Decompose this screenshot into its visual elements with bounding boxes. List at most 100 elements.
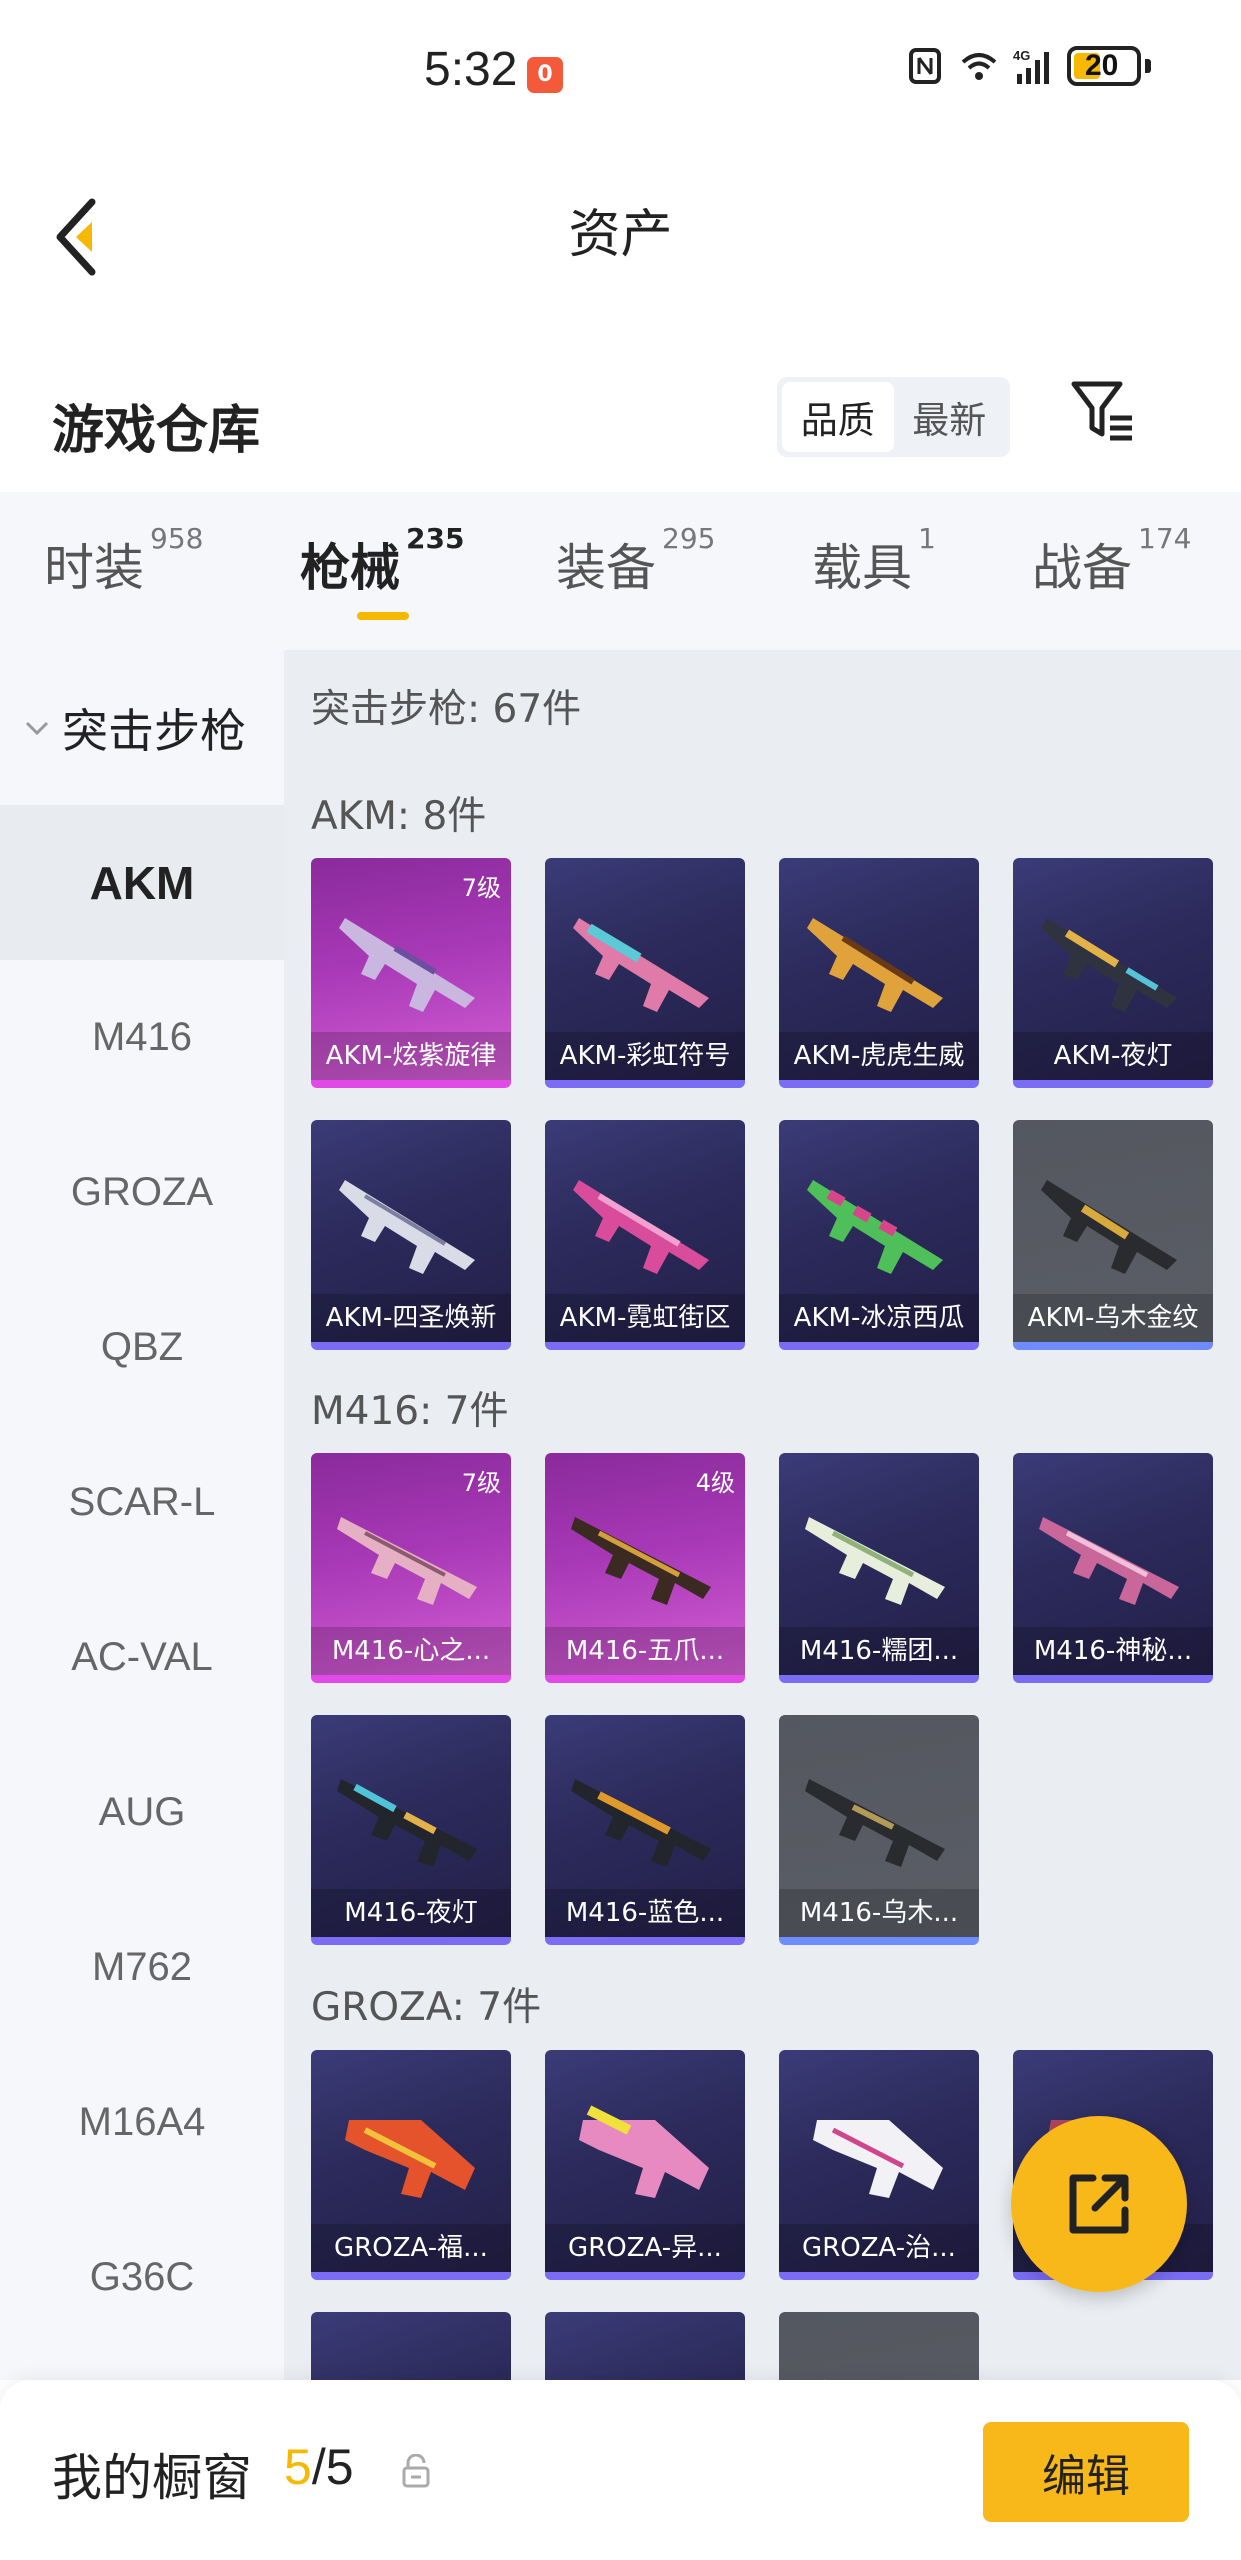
rifle-icon	[1041, 1180, 1177, 1274]
tab-fashion[interactable]: 时装958	[44, 522, 203, 600]
weapon-name: AKM-冰凉西瓜	[779, 1294, 979, 1342]
edit-button[interactable]: 编辑	[983, 2422, 1189, 2522]
tab-gear[interactable]: 战备174	[1032, 522, 1191, 600]
signal-icon: 4G	[1013, 48, 1049, 84]
weapon-name: AKM-炫紫旋律	[311, 1032, 511, 1080]
battery-icon: 20	[1067, 46, 1141, 86]
rifle-icon	[807, 918, 943, 1012]
rifle-icon	[325, 2342, 497, 2380]
rifle-icon	[559, 2342, 731, 2380]
weapon-card[interactable]: AKM-乌木金纹	[1013, 1120, 1213, 1350]
status-bar: 5:32 0 4G 20	[0, 0, 1241, 150]
group-title-akm: AKM: 8件	[311, 794, 487, 839]
status-icons: 4G 20	[905, 46, 1151, 86]
showcase-bar: 我的橱窗 5/5 编辑	[0, 2380, 1241, 2560]
weapon-name: M416-乌木...	[779, 1889, 979, 1937]
weapon-card[interactable]: M416-乌木...	[779, 1715, 979, 1945]
showcase-current: 5	[284, 2439, 312, 2495]
category-count-title: 突击步枪: 67件	[311, 687, 582, 732]
sidebar-item-aug[interactable]: AUG	[0, 1735, 284, 1890]
tab-weapons[interactable]: 枪械235	[300, 522, 464, 600]
group-title-groza: GROZA: 7件	[311, 1985, 542, 2030]
svg-text:4G: 4G	[1013, 48, 1030, 63]
wifi-icon	[961, 53, 997, 80]
warehouse-header: 游戏仓库 品质 最新	[0, 340, 1241, 490]
share-export-icon	[1069, 2174, 1129, 2234]
tab-vehicles[interactable]: 载具1	[812, 522, 936, 600]
rifle-icon	[1041, 918, 1177, 1012]
rifle-icon	[571, 1779, 711, 1867]
sidebar-item-groza[interactable]: GROZA	[0, 1115, 284, 1270]
chevron-down-icon	[25, 721, 49, 736]
rifle-icon	[571, 1517, 711, 1605]
weapon-card[interactable]: GROZA-异...	[545, 2050, 745, 2280]
rifle-icon	[337, 1517, 477, 1605]
sidebar-category[interactable]: 突击步枪	[0, 688, 284, 768]
weapon-card[interactable]: AKM-虎虎生威	[779, 858, 979, 1088]
rifle-icon	[573, 918, 709, 1012]
sidebar-item-g36c[interactable]: G36C	[0, 2200, 284, 2355]
weapon-name: AKM-乌木金纹	[1013, 1294, 1213, 1342]
record-badge: 0	[527, 57, 563, 93]
weapon-name: M416-心之...	[311, 1627, 511, 1675]
sidebar-item-m762[interactable]: M762	[0, 1890, 284, 2045]
rifle-icon	[579, 2105, 709, 2198]
filter-icon[interactable]	[1070, 378, 1136, 444]
weapon-name: M416-五爪...	[545, 1627, 745, 1675]
weapon-card[interactable]: M416-糯团...	[779, 1453, 979, 1683]
share-button[interactable]	[1011, 2116, 1187, 2292]
weapon-card[interactable]: GROZA-治...	[779, 2050, 979, 2280]
weapon-card[interactable]: M416-夜灯	[311, 1715, 511, 1945]
rifle-icon	[1039, 1517, 1179, 1605]
lock-icon	[402, 2454, 430, 2488]
weapon-name: AKM-霓虹街区	[545, 1294, 745, 1342]
active-tab-indicator	[357, 612, 409, 620]
rifle-icon	[337, 1779, 477, 1867]
weapon-name: AKM-四圣焕新	[311, 1294, 511, 1342]
weapon-card[interactable]: 7级 AKM-炫紫旋律	[311, 858, 511, 1088]
weapon-card[interactable]: AKM-霓虹街区	[545, 1120, 745, 1350]
sort-newest-button[interactable]: 最新	[894, 382, 1006, 452]
rifle-icon	[805, 1517, 945, 1605]
sidebar-item-qbz[interactable]: QBZ	[0, 1270, 284, 1425]
rifle-icon	[339, 1180, 475, 1274]
weapon-card[interactable]: AKM-冰凉西瓜	[779, 1120, 979, 1350]
weapon-card[interactable]	[779, 2312, 979, 2380]
weapon-card[interactable]	[545, 2312, 745, 2380]
weapon-card[interactable]: M416-神秘...	[1013, 1453, 1213, 1683]
weapon-name: AKM-彩虹符号	[545, 1032, 745, 1080]
weapon-card[interactable]: AKM-夜灯	[1013, 858, 1213, 1088]
status-time: 5:32	[424, 43, 518, 96]
sidebar-item-scar-l[interactable]: SCAR-L	[0, 1425, 284, 1580]
weapon-card[interactable]	[311, 2312, 511, 2380]
rifle-icon	[573, 1180, 709, 1274]
rifle-icon	[807, 1180, 943, 1274]
weapon-card[interactable]: AKM-四圣焕新	[311, 1120, 511, 1350]
sidebar-item-m416[interactable]: M416	[0, 960, 284, 1115]
weapon-name: AKM-夜灯	[1013, 1032, 1213, 1080]
rifle-icon	[824, 2379, 826, 2380]
rifle-icon	[805, 1779, 945, 1867]
weapon-card[interactable]: 4级 M416-五爪...	[545, 1453, 745, 1683]
page-title: 资产	[568, 205, 673, 265]
weapon-name: M416-糯团...	[779, 1627, 979, 1675]
warehouse-title: 游戏仓库	[52, 401, 261, 461]
group-title-m416: M416: 7件	[311, 1389, 509, 1434]
weapon-card[interactable]: AKM-彩虹符号	[545, 858, 745, 1088]
sort-quality-button[interactable]: 品质	[782, 382, 894, 452]
rifle-icon	[813, 2120, 943, 2198]
weapon-name: M416-神秘...	[1013, 1627, 1213, 1675]
sidebar-item-m16a4[interactable]: M16A4	[0, 2045, 284, 2200]
sidebar-item-ac-val[interactable]: AC-VAL	[0, 1580, 284, 1735]
weapon-name: GROZA-治...	[779, 2224, 979, 2272]
weapon-name: AKM-虎虎生威	[779, 1032, 979, 1080]
nfc-icon	[909, 48, 941, 84]
tab-equipment[interactable]: 装备295	[556, 522, 715, 600]
showcase-total: /5	[311, 2439, 354, 2495]
weapon-card[interactable]: GROZA-福...	[311, 2050, 511, 2280]
showcase-count: 5/5	[284, 2438, 354, 2496]
rifle-icon	[345, 2120, 475, 2198]
sidebar-item-akm[interactable]: AKM	[0, 805, 284, 960]
weapon-card[interactable]: M416-蓝色...	[545, 1715, 745, 1945]
weapon-card[interactable]: 7级 M416-心之...	[311, 1453, 511, 1683]
